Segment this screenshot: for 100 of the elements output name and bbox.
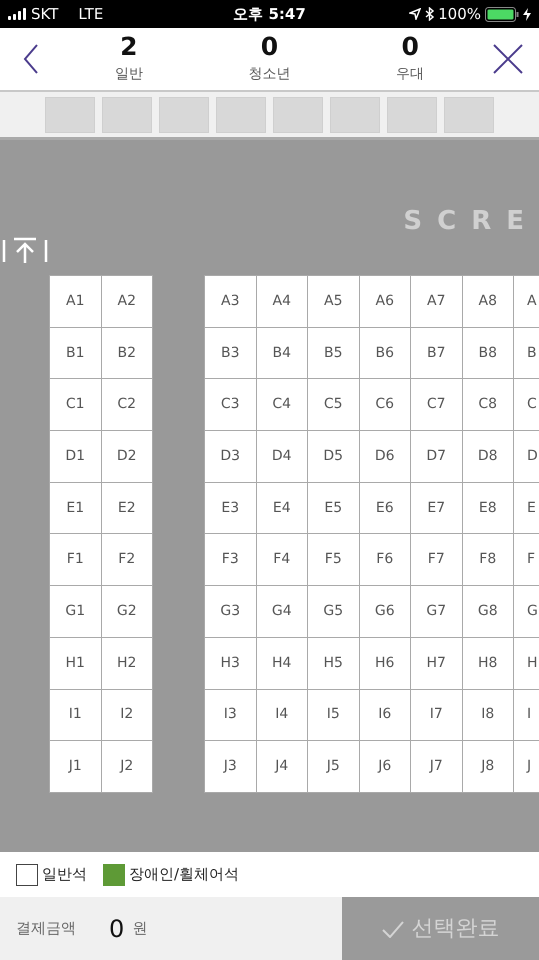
- seat[interactable]: I3: [205, 690, 256, 740]
- seat[interactable]: A5: [308, 276, 358, 327]
- seat[interactable]: D4: [256, 431, 307, 482]
- seat[interactable]: F: [514, 534, 539, 586]
- seat[interactable]: F4: [256, 534, 307, 586]
- seat[interactable]: G7: [411, 586, 462, 637]
- seat[interactable]: I2: [102, 690, 152, 740]
- seat[interactable]: B8: [462, 328, 513, 378]
- minimap-block[interactable]: [444, 96, 494, 132]
- seat[interactable]: F5: [308, 534, 358, 586]
- seat[interactable]: C3: [205, 379, 256, 430]
- seat[interactable]: C: [514, 379, 539, 430]
- seat[interactable]: D6: [360, 431, 410, 482]
- seat[interactable]: H6: [360, 638, 410, 688]
- seat[interactable]: E3: [205, 482, 256, 534]
- seat[interactable]: F2: [102, 534, 152, 586]
- seat[interactable]: I6: [360, 690, 410, 740]
- seat[interactable]: I5: [308, 690, 358, 740]
- seat[interactable]: G1: [50, 586, 100, 637]
- seat[interactable]: I1: [50, 690, 100, 740]
- seat[interactable]: F1: [50, 534, 100, 586]
- seat[interactable]: F6: [360, 534, 410, 586]
- seat[interactable]: F7: [411, 534, 462, 586]
- seat[interactable]: E7: [411, 482, 462, 534]
- seat[interactable]: C7: [411, 379, 462, 430]
- seat[interactable]: A2: [102, 276, 152, 327]
- seat[interactable]: I: [514, 690, 539, 740]
- back-icon[interactable]: [23, 44, 39, 74]
- seat[interactable]: C1: [50, 379, 100, 430]
- seat[interactable]: C4: [256, 379, 307, 430]
- seat[interactable]: A4: [256, 276, 307, 327]
- seat[interactable]: D2: [102, 431, 152, 482]
- seat[interactable]: D: [514, 431, 539, 482]
- seat[interactable]: E4: [256, 482, 307, 534]
- seat[interactable]: G: [514, 586, 539, 637]
- scroll-top-icon[interactable]: [2, 237, 48, 263]
- seat[interactable]: J5: [308, 741, 358, 792]
- seat[interactable]: G2: [102, 586, 152, 637]
- minimap-block[interactable]: [45, 96, 95, 132]
- seat[interactable]: J1: [50, 741, 100, 792]
- seat[interactable]: H5: [308, 638, 358, 688]
- seat[interactable]: A6: [360, 276, 410, 327]
- seat[interactable]: A: [514, 276, 539, 327]
- seat[interactable]: H1: [50, 638, 100, 688]
- seat[interactable]: A1: [50, 276, 100, 327]
- seat[interactable]: J4: [256, 741, 307, 792]
- seat[interactable]: D7: [411, 431, 462, 482]
- seat[interactable]: A3: [205, 276, 256, 327]
- seat[interactable]: J8: [462, 741, 513, 792]
- seat[interactable]: E5: [308, 482, 358, 534]
- seat[interactable]: B3: [205, 328, 256, 378]
- seat[interactable]: G3: [205, 586, 256, 637]
- seat[interactable]: B4: [256, 328, 307, 378]
- minimap-block[interactable]: [330, 96, 380, 132]
- seat[interactable]: E6: [360, 482, 410, 534]
- seat[interactable]: I4: [256, 690, 307, 740]
- seat[interactable]: C2: [102, 379, 152, 430]
- seat[interactable]: H2: [102, 638, 152, 688]
- seat[interactable]: B7: [411, 328, 462, 378]
- seat[interactable]: G4: [256, 586, 307, 637]
- seat[interactable]: J: [514, 741, 539, 792]
- seat[interactable]: D5: [308, 431, 358, 482]
- seat[interactable]: F8: [462, 534, 513, 586]
- seat[interactable]: B5: [308, 328, 358, 378]
- seat[interactable]: D8: [462, 431, 513, 482]
- seat[interactable]: E2: [102, 482, 152, 534]
- seat[interactable]: E1: [50, 482, 100, 534]
- seat[interactable]: C5: [308, 379, 358, 430]
- seat[interactable]: D3: [205, 431, 256, 482]
- close-icon[interactable]: [493, 44, 524, 74]
- seat[interactable]: H3: [205, 638, 256, 688]
- seat[interactable]: I7: [411, 690, 462, 740]
- seat[interactable]: H8: [462, 638, 513, 688]
- seat[interactable]: C6: [360, 379, 410, 430]
- seat[interactable]: J3: [205, 741, 256, 792]
- seat[interactable]: B6: [360, 328, 410, 378]
- seat[interactable]: G8: [462, 586, 513, 637]
- seat[interactable]: I8: [462, 690, 513, 740]
- minimap-block[interactable]: [216, 96, 266, 132]
- seat[interactable]: E: [514, 482, 539, 534]
- seat[interactable]: B1: [50, 328, 100, 378]
- seat[interactable]: A8: [462, 276, 513, 327]
- seat[interactable]: G6: [360, 586, 410, 637]
- minimap-block[interactable]: [159, 96, 209, 132]
- seat[interactable]: B: [514, 328, 539, 378]
- seat[interactable]: A7: [411, 276, 462, 327]
- minimap-block[interactable]: [387, 96, 437, 132]
- seat[interactable]: G5: [308, 586, 358, 637]
- seat[interactable]: J6: [360, 741, 410, 792]
- minimap-block[interactable]: [102, 96, 152, 132]
- seat[interactable]: H7: [411, 638, 462, 688]
- seat[interactable]: H4: [256, 638, 307, 688]
- seat[interactable]: E8: [462, 482, 513, 534]
- seat[interactable]: H: [514, 638, 539, 688]
- seat[interactable]: J7: [411, 741, 462, 792]
- seat[interactable]: J2: [102, 741, 152, 792]
- seat[interactable]: C8: [462, 379, 513, 430]
- minimap-block[interactable]: [273, 96, 323, 132]
- seat[interactable]: F3: [205, 534, 256, 586]
- seat[interactable]: B2: [102, 328, 152, 378]
